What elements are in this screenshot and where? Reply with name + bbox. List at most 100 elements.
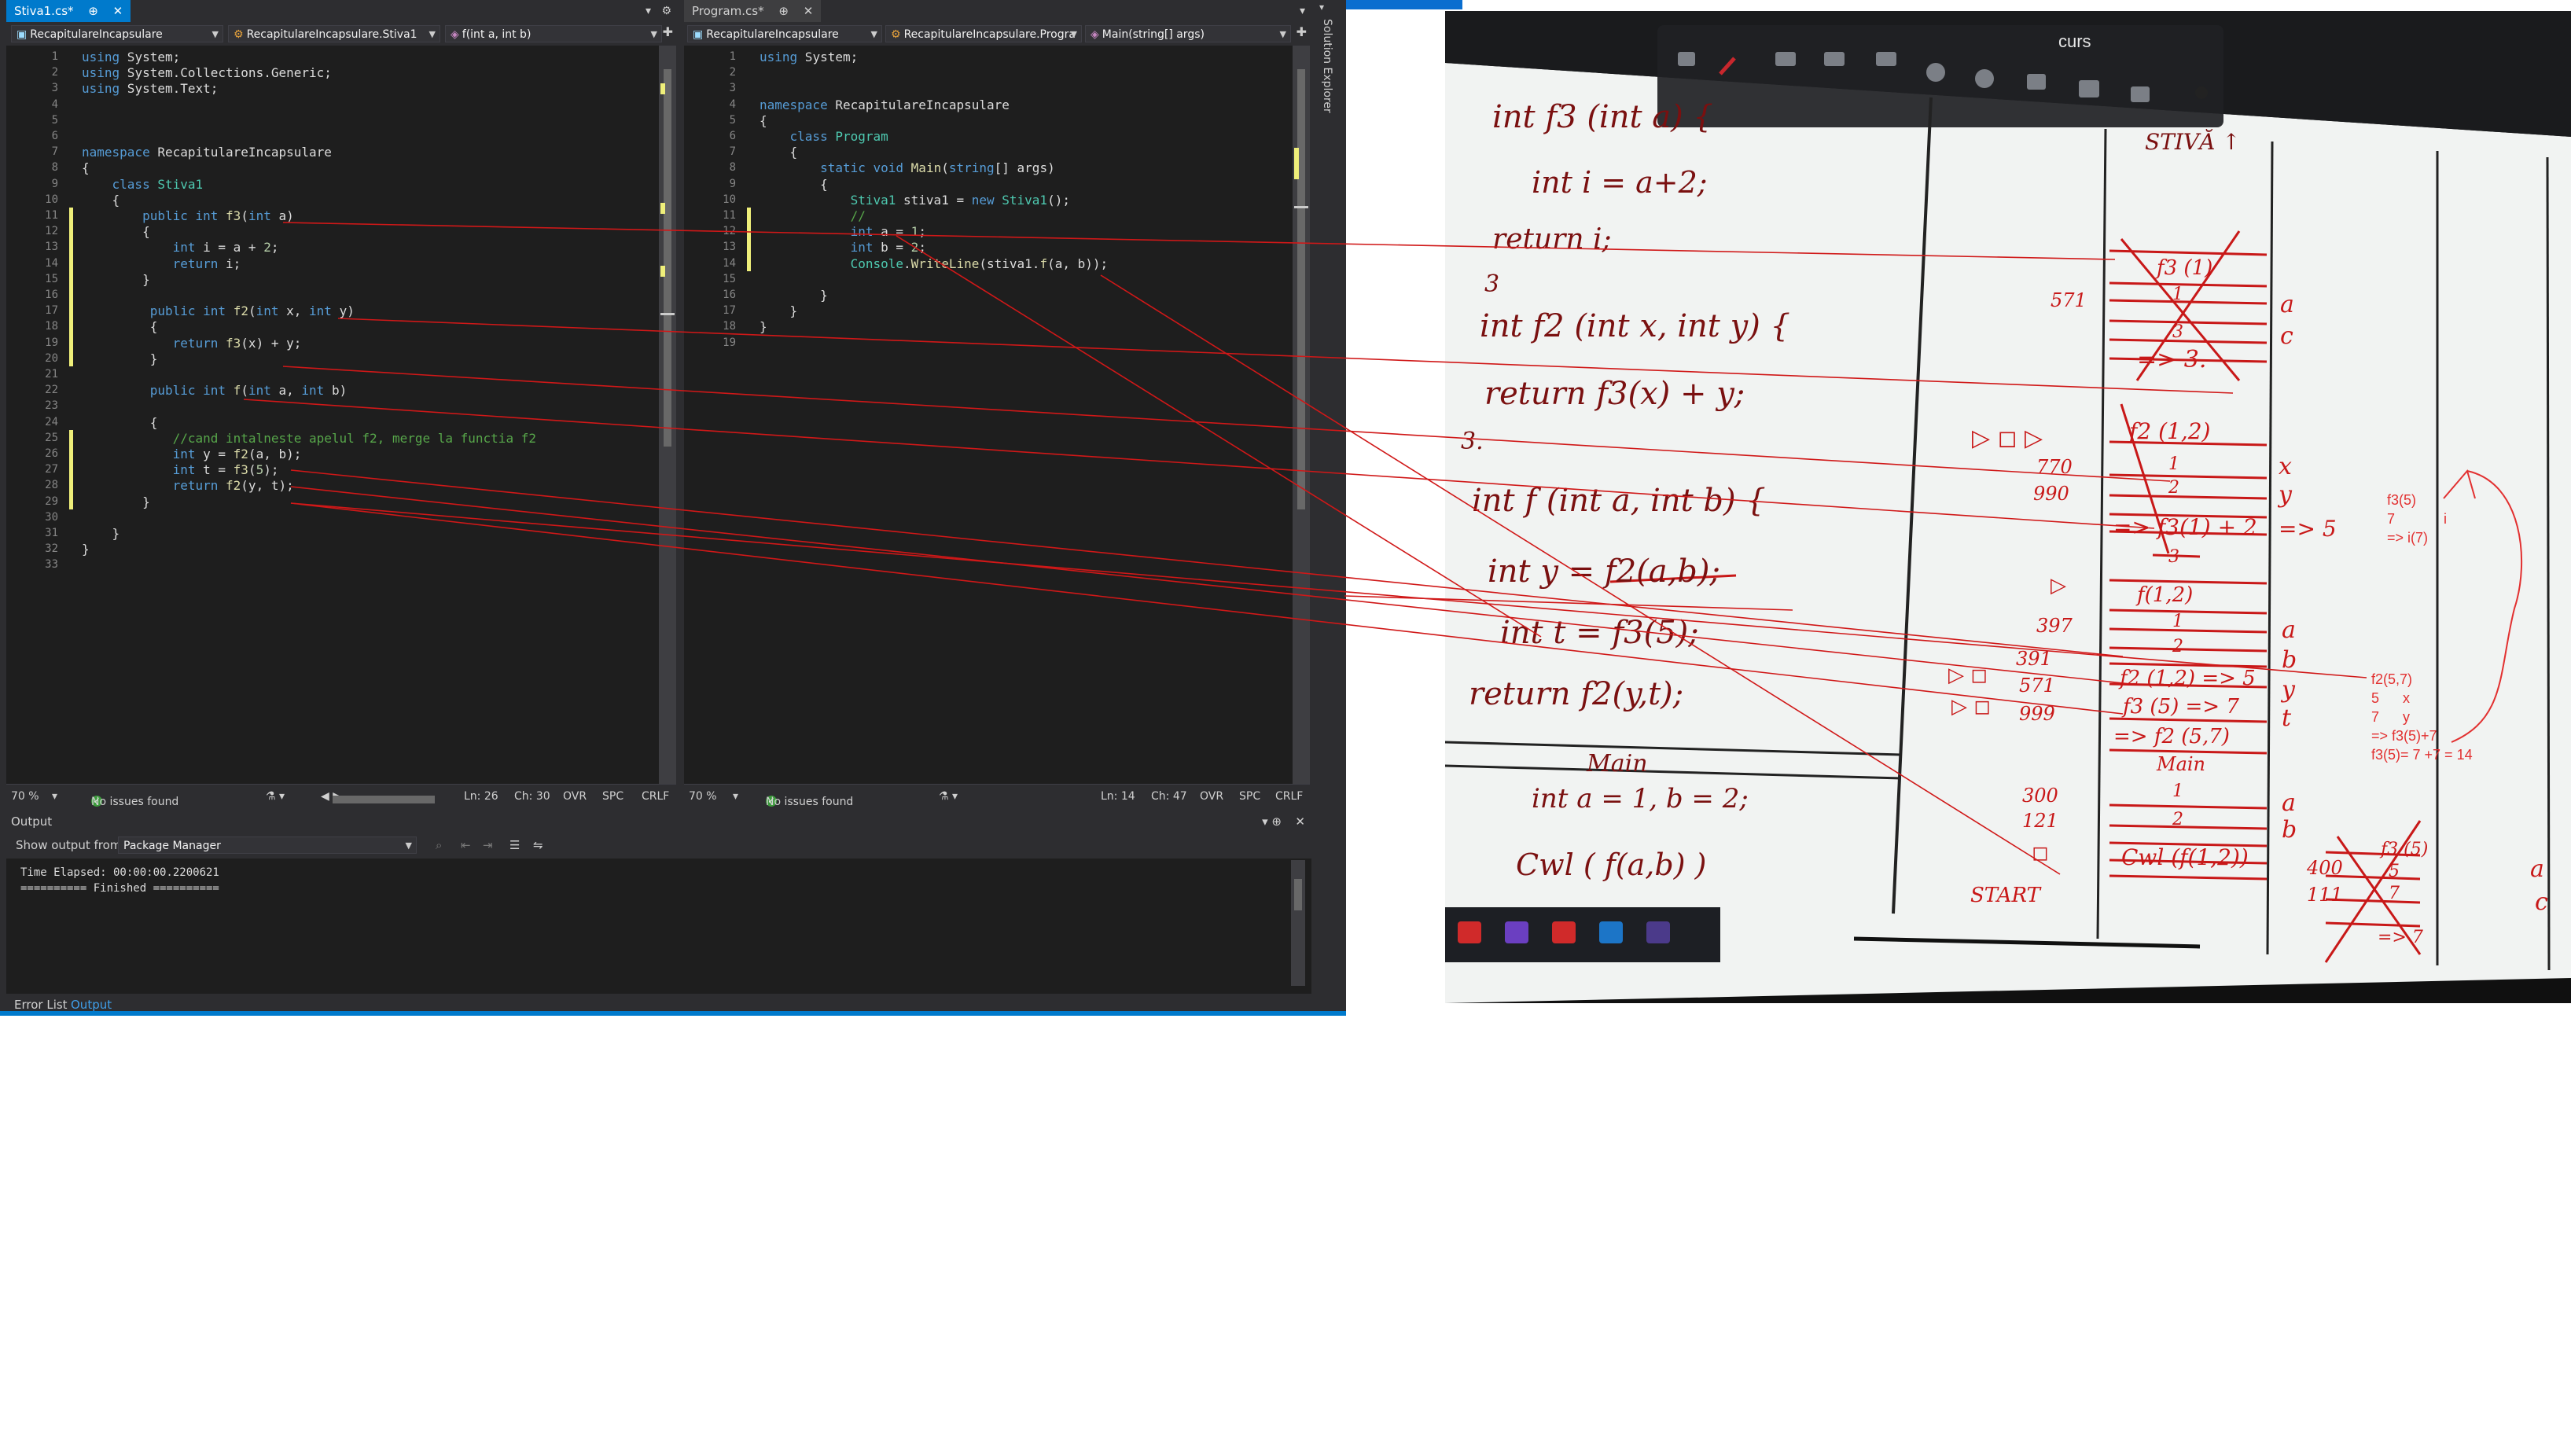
- vertical-scrollbar[interactable]: [659, 46, 676, 785]
- whiteboard-title[interactable]: curs: [2058, 31, 2091, 52]
- project-dropdown[interactable]: ▣ RecapitulareIncapsulare ▼: [687, 25, 882, 42]
- stack-address: 999: [2019, 703, 2055, 725]
- code-line[interactable]: {: [82, 223, 150, 240]
- word-wrap-icon[interactable]: ⇋: [533, 838, 543, 852]
- close-icon[interactable]: ✕: [113, 4, 123, 18]
- code-line[interactable]: {: [82, 160, 90, 176]
- clear-all-icon[interactable]: ☰: [509, 838, 520, 852]
- code-line[interactable]: int i = a + 2;: [82, 239, 279, 256]
- close-icon[interactable]: ✕: [804, 4, 814, 18]
- vertical-scrollbar[interactable]: [1293, 46, 1310, 785]
- overwrite-mode[interactable]: OVR: [1200, 790, 1223, 803]
- code-line[interactable]: int a = 1;: [760, 223, 926, 240]
- code-line[interactable]: int b = 2;: [760, 239, 926, 256]
- code-line[interactable]: class Stiva1: [82, 176, 204, 193]
- chevron-down-icon[interactable]: ▾: [646, 5, 651, 17]
- code-area[interactable]: using System; namespace RecapitulareIncap…: [760, 46, 1293, 785]
- code-line[interactable]: int y = f2(a, b);: [82, 446, 302, 462]
- code-editor[interactable]: 1 2 3 4 5 6 7 8 9 10 11 12 13 14 15 16 17 18 19 using Syst…: [684, 46, 1293, 785]
- chevron-down-icon[interactable]: ▾: [1319, 2, 1324, 13]
- line-ending[interactable]: CRLF: [1275, 790, 1303, 803]
- line-ending[interactable]: CRLF: [642, 790, 669, 803]
- project-dropdown[interactable]: ▣ RecapitulareIncapsulare ▼: [11, 25, 223, 42]
- code-line[interactable]: using System.Text;: [82, 80, 218, 97]
- pin-icon[interactable]: ▾ ⊕: [1262, 814, 1282, 829]
- tab-stiva1[interactable]: Stiva1.cs* ⊕ ✕: [6, 0, 131, 22]
- line-number: 11: [723, 209, 736, 222]
- code-line[interactable]: public int f2(int x, int y): [82, 303, 355, 319]
- code-line[interactable]: {: [760, 112, 767, 129]
- scrollbar-thumb[interactable]: [664, 69, 671, 447]
- gear-icon[interactable]: ⚙: [661, 5, 671, 17]
- board-line: return i;: [1492, 223, 1612, 256]
- code-area[interactable]: using System; using System.Collections.Ge…: [82, 46, 659, 785]
- whitespace-mode[interactable]: SPC: [1239, 790, 1260, 803]
- zoom-level[interactable]: 70 %: [11, 790, 39, 803]
- tab-output[interactable]: Output: [71, 998, 112, 1012]
- code-line[interactable]: {: [82, 414, 158, 431]
- code-line[interactable]: namespace RecapitulareIncapsulare: [760, 97, 1010, 113]
- horizontal-scrollbar[interactable]: ◀ ▶: [321, 790, 436, 803]
- code-editor[interactable]: 1 2 3 4 5 6 7 8 9 10 11 12 13 14 15 16 17 18 19 20 21 22 23 24 2…: [6, 46, 659, 785]
- split-icon[interactable]: ✚: [1297, 24, 1307, 39]
- code-line[interactable]: }: [82, 494, 150, 510]
- chevron-down-icon[interactable]: ▾: [1300, 5, 1305, 17]
- code-line[interactable]: }: [82, 271, 150, 288]
- zoom-level[interactable]: 70 %: [689, 790, 717, 803]
- code-line[interactable]: using System;: [82, 49, 180, 65]
- code-line[interactable]: //cand intalneste apelul f2, merge la fu…: [82, 430, 536, 447]
- code-line[interactable]: return f2(y, t);: [82, 477, 294, 494]
- code-line[interactable]: namespace RecapitulareIncapsulare: [82, 144, 332, 160]
- stack-cell: f(1,2): [2137, 583, 2194, 607]
- code-line[interactable]: public int f3(int a): [82, 208, 294, 224]
- code-line[interactable]: }: [760, 287, 828, 303]
- pin-icon[interactable]: ⊕: [88, 4, 98, 18]
- tab-error-list[interactable]: Error List: [14, 998, 68, 1012]
- class-dropdown-value: RecapitulareIncapsulare.Stiva1: [246, 28, 417, 41]
- code-line[interactable]: Stiva1 stiva1 = new Stiva1();: [760, 192, 1070, 208]
- code-line[interactable]: return i;: [82, 256, 241, 272]
- close-icon[interactable]: ✕: [1295, 814, 1305, 829]
- code-cleanup-icon[interactable]: ⚗ ▾: [939, 790, 958, 803]
- member-dropdown[interactable]: ◈ Main(string[] args) ▼: [1085, 25, 1291, 42]
- code-line[interactable]: return f3(x) + y;: [82, 335, 302, 351]
- code-line[interactable]: }: [760, 303, 798, 319]
- code-line[interactable]: using System;: [760, 49, 858, 65]
- solution-explorer-label[interactable]: Solution Explorer: [1321, 19, 1333, 113]
- split-icon[interactable]: ✚: [663, 24, 673, 39]
- code-line[interactable]: }: [82, 351, 158, 367]
- scrollbar-thumb[interactable]: [1297, 69, 1305, 509]
- class-dropdown[interactable]: ⚙ RecapitulareIncapsulare.Stiva1 ▼: [228, 25, 440, 42]
- tab-program[interactable]: Program.cs* ⊕ ✕: [684, 0, 822, 22]
- code-line[interactable]: {: [82, 318, 158, 335]
- code-line[interactable]: Console.WriteLine(stiva1.f(a, b));: [760, 256, 1109, 272]
- pin-icon[interactable]: ⊕: [778, 4, 789, 18]
- code-cleanup-icon[interactable]: ⚗ ▾: [266, 790, 285, 803]
- code-line[interactable]: static void Main(string[] args): [760, 160, 1055, 176]
- chevron-down-icon[interactable]: ▾: [52, 790, 57, 803]
- code-line[interactable]: {: [760, 176, 828, 193]
- code-line[interactable]: }: [760, 318, 767, 335]
- class-dropdown[interactable]: ⚙ RecapitulareIncapsulare.Progra ▼: [885, 25, 1082, 42]
- overwrite-mode[interactable]: OVR: [563, 790, 587, 803]
- code-line[interactable]: {: [760, 144, 798, 160]
- solution-explorer-tab[interactable]: ▾ Solution Explorer: [1311, 0, 1346, 808]
- code-line[interactable]: int t = f3(5);: [82, 461, 279, 478]
- code-line[interactable]: public int f(int a, int b): [82, 382, 348, 399]
- scrollbar-thumb[interactable]: [1294, 879, 1302, 910]
- whitespace-mode[interactable]: SPC: [602, 790, 623, 803]
- code-line[interactable]: using System.Collections.Generic;: [82, 64, 332, 81]
- stack-cell: 1: [2172, 285, 2183, 304]
- chevron-down-icon[interactable]: ▾: [733, 790, 738, 803]
- code-line[interactable]: {: [82, 192, 120, 208]
- member-dropdown[interactable]: ◈ f(int a, int b) ▼: [445, 25, 662, 42]
- find-icon[interactable]: ⌕: [436, 838, 442, 852]
- code-line[interactable]: class Program: [760, 128, 888, 145]
- output-scrollbar[interactable]: [1291, 860, 1305, 986]
- code-line[interactable]: }: [82, 525, 120, 542]
- code-line[interactable]: }: [82, 541, 90, 557]
- next-message-icon[interactable]: ⇥: [483, 838, 493, 852]
- previous-message-icon[interactable]: ⇤: [461, 838, 471, 852]
- code-line[interactable]: //: [760, 208, 866, 224]
- output-source-dropdown[interactable]: Package Manager ▼: [118, 836, 417, 854]
